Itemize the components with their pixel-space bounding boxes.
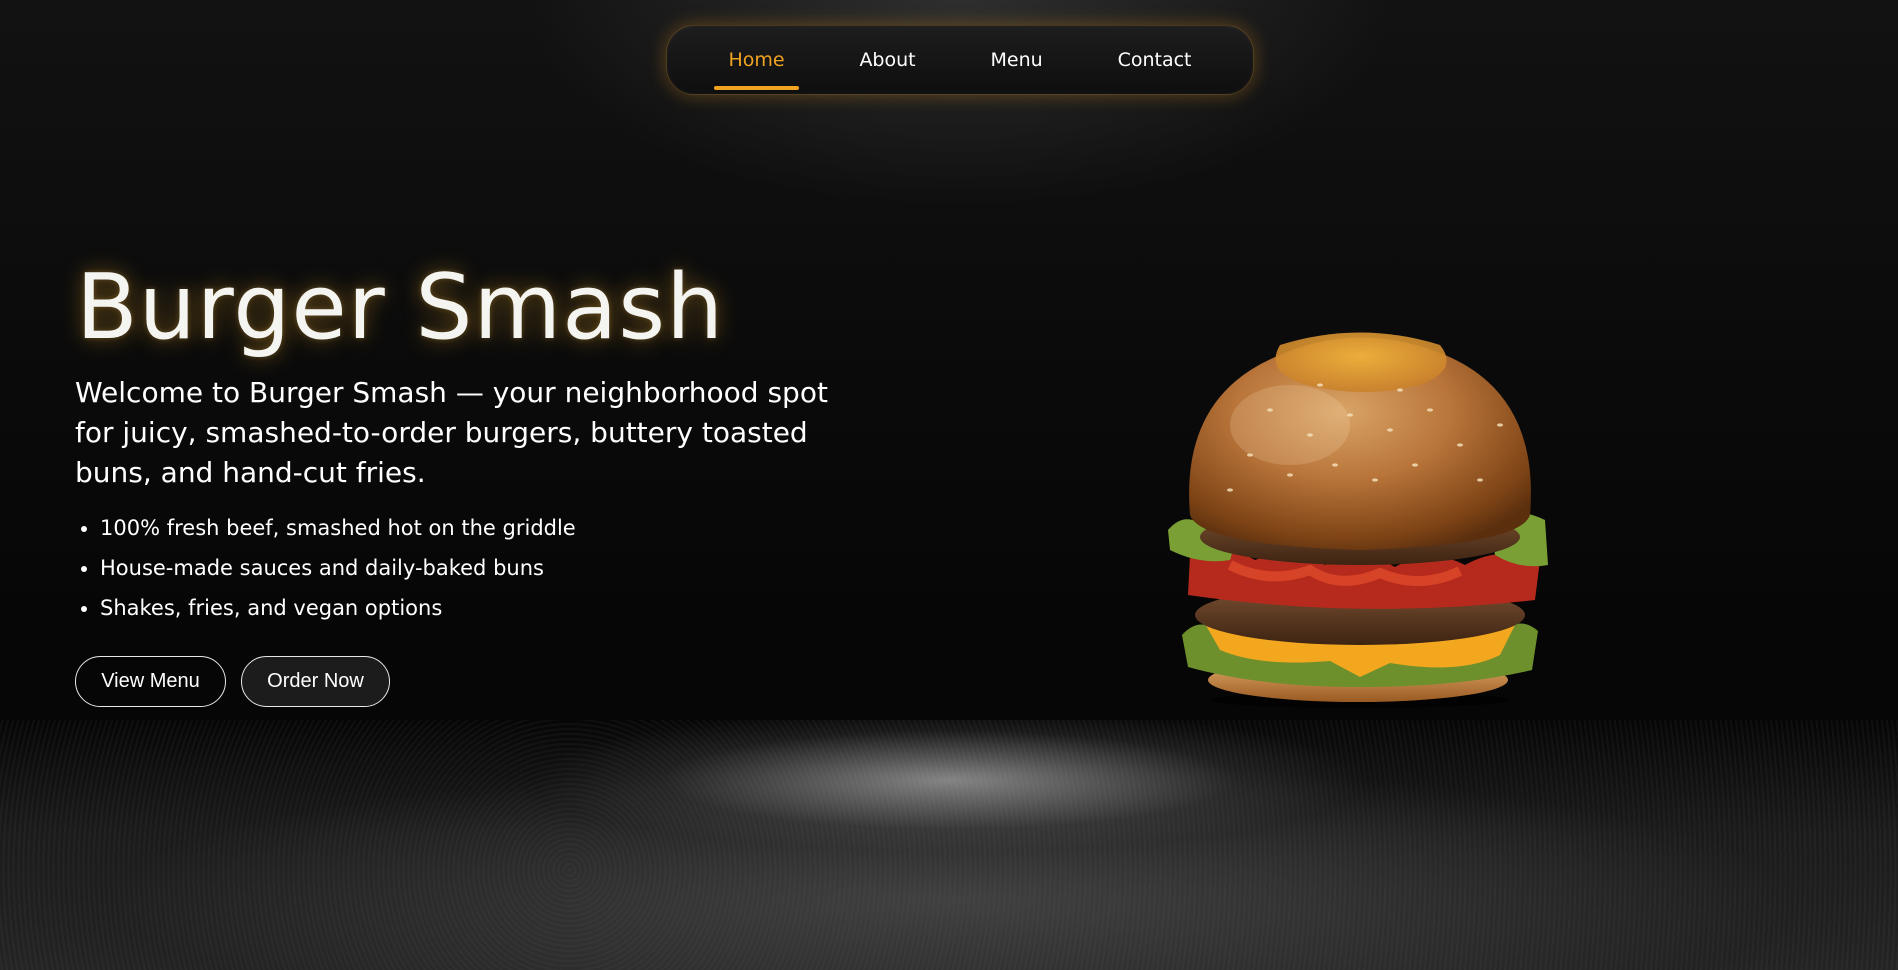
feature-item: 100% fresh beef, smashed hot on the grid… — [100, 508, 576, 548]
order-now-button[interactable]: Order Now — [241, 656, 390, 707]
nav-item-label: Home — [728, 49, 785, 71]
nav-item-contact[interactable]: Contact — [1104, 41, 1206, 79]
feature-item: House-made sauces and daily-baked buns — [100, 548, 576, 588]
spotlight-floor — [0, 720, 1898, 970]
burger-image — [1168, 332, 1548, 708]
nav-item-about[interactable]: About — [845, 41, 929, 79]
hero-title: Burger Smash — [76, 255, 725, 360]
nav-item-menu[interactable]: Menu — [977, 41, 1057, 79]
main-navigation: Home About Menu Contact — [666, 25, 1254, 95]
nav-item-label: Menu — [990, 49, 1043, 71]
feature-list: 100% fresh beef, smashed hot on the grid… — [75, 508, 576, 628]
nav-item-home[interactable]: Home — [714, 41, 799, 90]
page-background: Home About Menu Contact Burger Smash Wel… — [0, 0, 1898, 970]
hero-description: Welcome to Burger Smash — your neighborh… — [75, 376, 828, 489]
active-tab-indicator — [714, 86, 799, 90]
nav-item-label: About — [859, 49, 916, 71]
feature-item: Shakes, fries, and vegan options — [100, 588, 576, 628]
nav-item-label: Contact — [1117, 49, 1192, 71]
view-menu-button[interactable]: View Menu — [75, 656, 226, 707]
